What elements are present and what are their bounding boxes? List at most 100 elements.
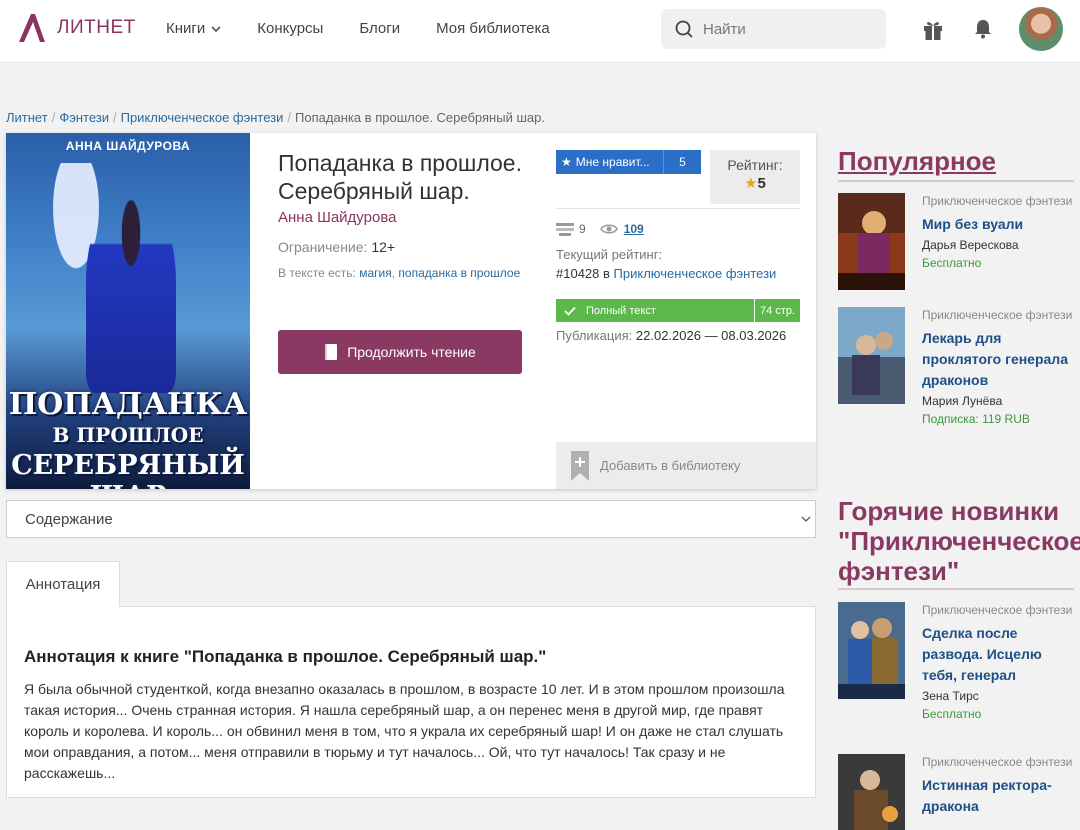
hot-item-meta: Приключенческое фэнтези Сделка после раз… xyxy=(922,602,1080,721)
chevron-down-icon xyxy=(801,516,811,522)
like-main: ★ Мне нравит... xyxy=(556,150,663,174)
tag-time-travel[interactable]: попаданка в прошлое xyxy=(398,266,520,280)
current-rating-label: Текущий рейтинг: xyxy=(556,247,663,262)
breadcrumb-current: Попаданка в прошлое. Серебряный шар. xyxy=(295,110,545,125)
hot-item-meta: Приключенческое фэнтези Истинная ректора… xyxy=(922,754,1080,817)
breadcrumb-litnet[interactable]: Литнет xyxy=(6,110,48,125)
popular-item-author[interactable]: Дарья Верескова xyxy=(922,238,1080,252)
popular-item-meta: Приключенческое фэнтези Лекарь для прокл… xyxy=(922,307,1080,426)
comments-icon xyxy=(556,223,574,236)
star-icon: ★ xyxy=(561,155,572,169)
cover-title-line1: ПОПАДАНКА xyxy=(8,387,248,422)
book-icon xyxy=(325,344,338,360)
book-title: Попаданка в прошлое. Серебряный шар. xyxy=(278,150,522,204)
check-icon xyxy=(564,306,576,316)
book-tags: В тексте есть: магия, попаданка в прошло… xyxy=(278,266,521,280)
popular-divider xyxy=(838,180,1074,182)
nav-contests[interactable]: Конкурсы xyxy=(257,20,323,37)
like-count: 5 xyxy=(663,150,701,174)
breadcrumb-fantasy[interactable]: Фэнтези xyxy=(59,110,109,125)
tags-label: В тексте есть: xyxy=(278,266,356,280)
restriction-value: 12+ xyxy=(371,239,396,255)
publication-label: Публикация: xyxy=(556,328,633,343)
popular-item-cover xyxy=(838,193,905,290)
annotation-panel: Аннотация к книге "Попаданка в прошлое. … xyxy=(6,606,816,798)
hot-item-cover xyxy=(838,754,905,830)
publication-dates: Публикация: 22.02.2026 — 08.03.2026 xyxy=(556,328,786,343)
add-to-library-label: Добавить в библиотеку xyxy=(600,458,741,473)
current-rating: #10428 в Приключенческое фэнтези xyxy=(556,266,776,281)
breadcrumb-adventure-fantasy[interactable]: Приключенческое фэнтези xyxy=(121,110,284,125)
annotation-text: Я была обычной студенткой, когда внезапн… xyxy=(24,681,785,781)
annotation-heading: Аннотация к книге "Попаданка в прошлое. … xyxy=(24,647,547,666)
bell-icon[interactable] xyxy=(974,19,992,39)
hot-item-name[interactable]: Сделка после развода. Исцелю тебя, генер… xyxy=(922,623,1080,686)
nav-blogs[interactable]: Блоги xyxy=(359,20,400,37)
rating-label: Рейтинг: xyxy=(727,157,783,173)
views-count[interactable]: 109 xyxy=(624,222,644,236)
popular-item-name[interactable]: Лекарь для проклятого генерала драконов xyxy=(922,328,1080,391)
search-input[interactable] xyxy=(703,20,873,38)
hot-item-price: Бесплатно xyxy=(922,707,982,721)
popular-item-author[interactable]: Мария Лунёва xyxy=(922,394,1080,408)
nav-books-label: Книги xyxy=(166,20,206,37)
contents-select[interactable]: Содержание xyxy=(6,500,816,538)
hot-item-cover xyxy=(838,602,905,699)
rating-number: 5 xyxy=(757,175,766,192)
add-to-library-button[interactable]: Добавить в библиотеку xyxy=(556,442,816,489)
tag-magic[interactable]: магия xyxy=(359,266,392,280)
popular-title[interactable]: Популярное xyxy=(838,146,996,176)
like-button[interactable]: ★ Мне нравит... 5 xyxy=(556,150,701,174)
book-side-panel: ★ Мне нравит... 5 Рейтинг: ★5 9 109 Теку… xyxy=(556,133,816,489)
bookmark-plus-icon xyxy=(571,450,589,481)
popular-item-genre: Приключенческое фэнтези xyxy=(922,194,1073,208)
popular-item-price: Бесплатно xyxy=(922,256,982,270)
logo[interactable]: ЛИТНЕТ xyxy=(17,13,136,43)
current-rating-category[interactable]: Приключенческое фэнтези xyxy=(614,266,777,281)
publication-value: 22.02.2026 — 08.03.2026 xyxy=(635,328,787,343)
hot-item-author[interactable]: Зена Тирс xyxy=(922,689,1080,703)
book-cover[interactable]: АННА ШАЙДУРОВА ПОПАДАНКА В ПРОШЛОЕ СЕРЕБ… xyxy=(6,133,250,489)
hot-item-name[interactable]: Истинная ректора-дракона xyxy=(922,775,1080,817)
popular-item-meta: Приключенческое фэнтези Мир без вуали Да… xyxy=(922,193,1080,270)
cover-author: АННА ШАЙДУРОВА xyxy=(65,139,191,153)
book-card: АННА ШАЙДУРОВА ПОПАДАНКА В ПРОШЛОЕ СЕРЕБ… xyxy=(6,133,816,489)
continue-reading-label: Продолжить чтение xyxy=(347,344,476,360)
book-info: Попаданка в прошлое. Серебряный шар. Анн… xyxy=(278,149,528,281)
full-text-main: Полный текст xyxy=(556,299,754,322)
age-restriction: Ограничение: 12+ xyxy=(278,239,528,255)
popular-item-price: Подписка: 119 RUB xyxy=(922,412,1030,426)
popular-item-name[interactable]: Мир без вуали xyxy=(922,214,1080,235)
book-author[interactable]: Анна Шайдурова xyxy=(278,209,528,226)
tab-annotation[interactable]: Аннотация xyxy=(6,561,120,607)
rating-box: Рейтинг: ★5 xyxy=(710,150,800,204)
cover-title-line2: В ПРОШЛОЕ xyxy=(52,423,204,447)
breadcrumb: Литнет / Фэнтези / Приключенческое фэнтези / П… xyxy=(6,110,545,125)
divider xyxy=(556,208,800,209)
page-count: 74 стр. xyxy=(754,299,800,322)
popular-item-genre: Приключенческое фэнтези xyxy=(922,308,1073,322)
hot-item-genre: Приключенческое фэнтези xyxy=(922,603,1073,617)
hot-new-divider xyxy=(838,588,1074,590)
nav-my-library[interactable]: Моя библиотека xyxy=(436,20,550,37)
contents-label: Содержание xyxy=(25,510,113,528)
nav-books[interactable]: Книги xyxy=(166,20,221,37)
main-nav: Книги Конкурсы Блоги Моя библиотека xyxy=(166,20,586,37)
popular-item-cover xyxy=(838,307,905,404)
cover-title-line3: СЕРЕБРЯНЫЙ ШАР xyxy=(11,450,245,489)
hot-new-title[interactable]: Горячие новинки "Приключенческое фэнтези… xyxy=(838,496,1080,586)
like-label: Мне нравит... xyxy=(575,155,650,169)
chevron-down-icon xyxy=(211,25,221,32)
search-box[interactable] xyxy=(661,9,886,49)
hot-item-genre: Приключенческое фэнтези xyxy=(922,755,1073,769)
gift-icon[interactable] xyxy=(921,17,945,41)
header: ЛИТНЕТ Книги Конкурсы Блоги Моя библиоте… xyxy=(0,0,1080,63)
logo-text: ЛИТНЕТ xyxy=(57,17,136,38)
rating-value: ★5 xyxy=(710,174,800,192)
book-stats: 9 109 xyxy=(556,222,644,236)
avatar[interactable] xyxy=(1019,7,1063,51)
continue-reading-button[interactable]: Продолжить чтение xyxy=(278,330,522,374)
current-rating-rank: #10428 в xyxy=(556,266,610,281)
comments-count: 9 xyxy=(579,222,586,236)
search-icon xyxy=(675,20,693,38)
